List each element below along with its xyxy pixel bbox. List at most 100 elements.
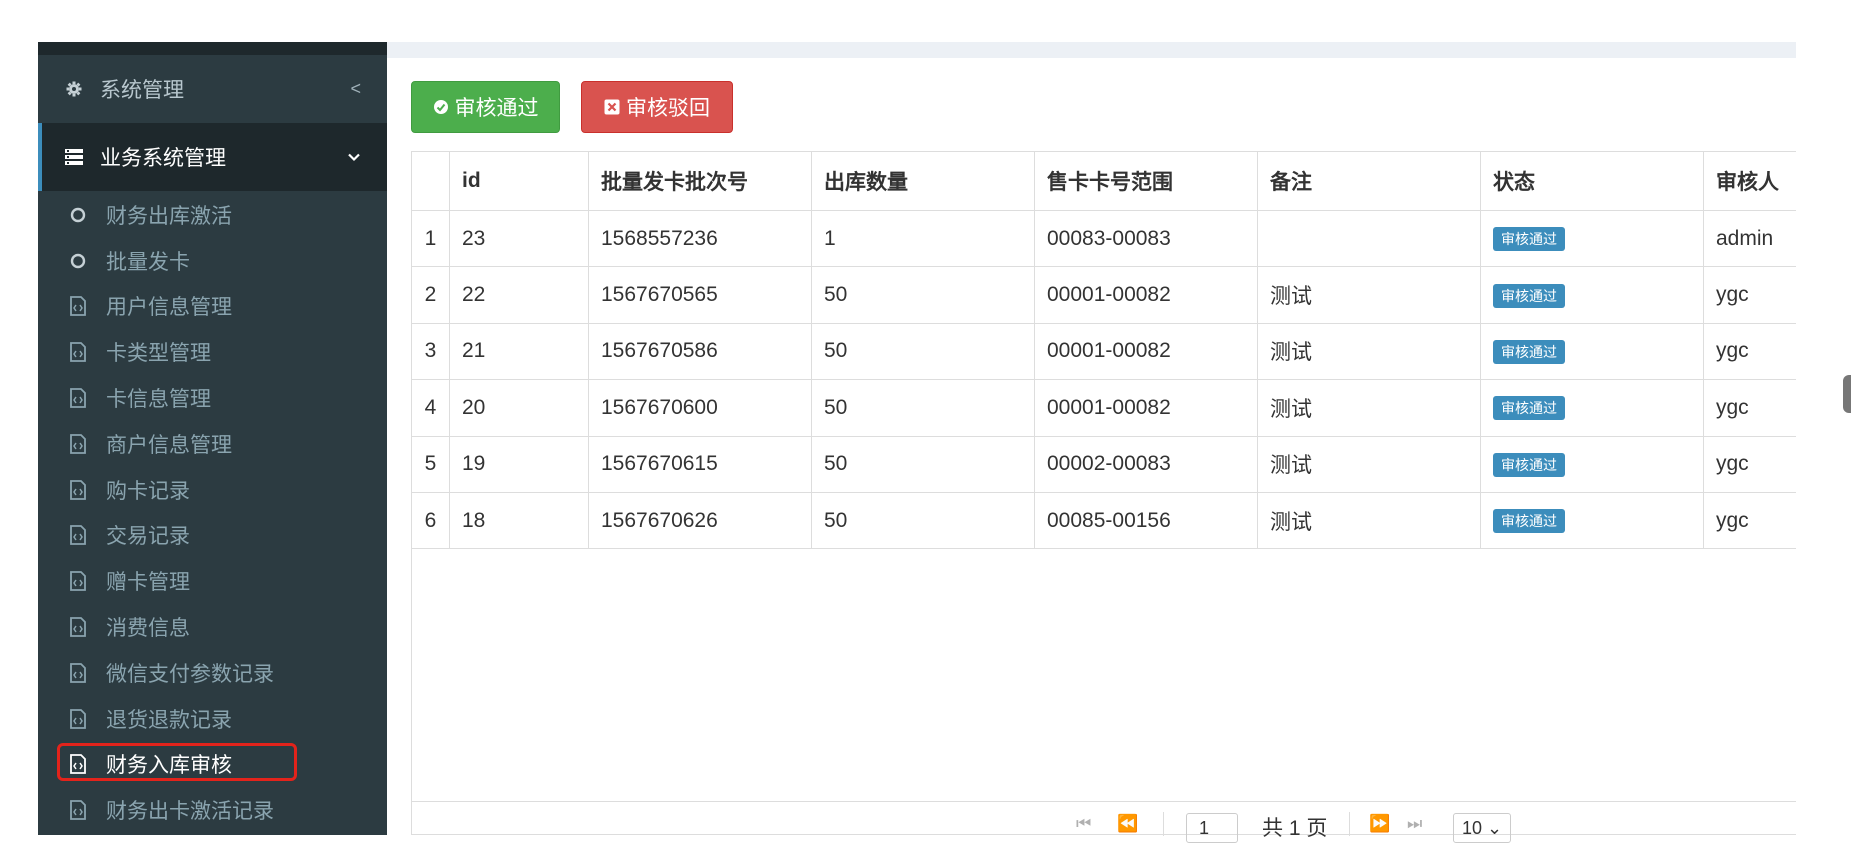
sidebar-item-consumption-info[interactable]: 消费信息 xyxy=(38,604,387,650)
cell-reviewer: admin xyxy=(1703,209,1796,268)
status-badge: 审核通过 xyxy=(1493,283,1565,308)
sidebar: 系统管理 < 业务系统管理 财务出库激活 批量发卡 用户信息管理 卡类型管理 卡… xyxy=(38,42,387,835)
cell-status: 审核通过 xyxy=(1480,379,1704,437)
menu-group-label: 业务系统管理 xyxy=(100,147,226,170)
cell-reviewer: ygc xyxy=(1703,379,1796,437)
cell-range: 00001-00082 xyxy=(1034,322,1258,381)
file-code-icon xyxy=(68,433,88,454)
sidebar-item-label: 退货退款记录 xyxy=(106,708,232,732)
column-header[interactable]: 状态 xyxy=(1480,152,1704,211)
sidebar-item-gift-card[interactable]: 赠卡管理 xyxy=(38,558,387,604)
data-table-container: id 批量发卡批次号 出库数量 售卡卡号范围 备注 状态 审核人 1 23 15… xyxy=(411,151,1796,835)
cell-note: 测试 xyxy=(1257,379,1481,437)
sidebar-item-user-info[interactable]: 用户信息管理 xyxy=(38,284,387,330)
cell-quantity: 1 xyxy=(811,209,1035,268)
page-size-select[interactable]: 10 ⌄ xyxy=(1453,813,1511,843)
sidebar-item-finance-card-activation-records[interactable]: 财务出卡激活记录 xyxy=(38,787,387,833)
column-header[interactable]: id xyxy=(449,152,589,211)
table-row[interactable]: 1 23 1568557236 1 00083-00083 审核通过 admin xyxy=(412,209,1796,268)
first-page-icon[interactable]: ⏮ xyxy=(1076,814,1091,834)
cell-id: 22 xyxy=(449,266,589,324)
sidebar-item-label: 购卡记录 xyxy=(106,479,190,503)
page-size-value: 10 xyxy=(1462,818,1483,838)
sidebar-item-label: 卡类型管理 xyxy=(106,342,211,366)
sidebar-item-label: 卡信息管理 xyxy=(106,388,211,412)
cell-id: 18 xyxy=(449,491,589,550)
approve-button[interactable]: 审核通过 xyxy=(411,81,560,133)
status-badge: 审核通过 xyxy=(1493,227,1565,252)
cell-note: 测试 xyxy=(1257,435,1481,493)
sidebar-item-label: 微信支付参数记录 xyxy=(106,662,274,686)
file-code-icon xyxy=(68,662,88,683)
content-header-strip xyxy=(387,42,1796,58)
reject-button[interactable]: 审核驳回 xyxy=(581,81,733,133)
side-handle[interactable] xyxy=(1843,375,1851,413)
sidebar-item-label: 交易记录 xyxy=(106,525,190,549)
status-badge: 审核通过 xyxy=(1493,452,1565,477)
sidebar-item-label: 商户信息管理 xyxy=(106,433,232,457)
sidebar-item-label: 用户信息管理 xyxy=(106,296,232,320)
menu-group-system-management[interactable]: 系统管理 < xyxy=(38,55,387,123)
table-header-row: id 批量发卡批次号 出库数量 售卡卡号范围 备注 状态 审核人 xyxy=(412,152,1796,211)
column-header[interactable]: 批量发卡批次号 xyxy=(588,152,812,211)
column-header[interactable]: 售卡卡号范围 xyxy=(1034,152,1258,211)
pager-divider xyxy=(1349,812,1350,836)
cell-range: 00083-00083 xyxy=(1034,209,1258,268)
total-pages: 共 1 页 xyxy=(1262,817,1328,840)
sidebar-item-wechat-pay-params[interactable]: 微信支付参数记录 xyxy=(38,650,387,696)
sidebar-item-card-info[interactable]: 卡信息管理 xyxy=(38,375,387,421)
sidebar-item-finance-outbound-activate[interactable]: 财务出库激活 xyxy=(38,192,387,238)
sidebar-item-label: 赠卡管理 xyxy=(106,571,190,595)
sidebar-item-batch-issue[interactable]: 批量发卡 xyxy=(38,238,387,284)
next-page-icon[interactable]: ⏩ xyxy=(1369,814,1390,834)
sidebar-item-card-type[interactable]: 卡类型管理 xyxy=(38,329,387,375)
reject-button-label: 审核驳回 xyxy=(626,97,710,120)
cell-status: 审核通过 xyxy=(1480,266,1704,324)
last-page-icon[interactable]: ⏭ xyxy=(1407,814,1422,834)
menu-group-business-system[interactable]: 业务系统管理 xyxy=(38,123,387,191)
cell-note: 测试 xyxy=(1257,491,1481,550)
cell-quantity: 50 xyxy=(811,435,1035,493)
sidebar-item-merchant-info[interactable]: 商户信息管理 xyxy=(38,421,387,467)
cell-status: 审核通过 xyxy=(1480,322,1704,381)
table-row[interactable]: 5 19 1567670615 50 00002-00083 测试 审核通过 y… xyxy=(412,435,1796,493)
row-number: 3 xyxy=(412,322,450,381)
row-number: 6 xyxy=(412,491,450,550)
cell-note: 测试 xyxy=(1257,322,1481,381)
table-row[interactable]: 4 20 1567670600 50 00001-00082 测试 审核通过 y… xyxy=(412,379,1796,437)
list-icon xyxy=(64,149,84,165)
row-number: 1 xyxy=(412,209,450,268)
file-code-icon xyxy=(68,479,88,500)
prev-page-icon[interactable]: ⏪ xyxy=(1117,814,1138,834)
close-square-icon xyxy=(604,99,620,115)
chevron-down-icon: ⌄ xyxy=(1487,818,1503,838)
cell-range: 00002-00083 xyxy=(1034,435,1258,493)
column-header[interactable]: 备注 xyxy=(1257,152,1481,211)
column-header[interactable]: 审核人 xyxy=(1703,152,1796,211)
cell-quantity: 50 xyxy=(811,379,1035,437)
pager-divider xyxy=(1163,812,1164,836)
cell-batch: 1567670615 xyxy=(588,435,812,493)
cell-batch: 1567670565 xyxy=(588,266,812,324)
table-row[interactable]: 6 18 1567670626 50 00085-00156 测试 审核通过 y… xyxy=(412,491,1796,550)
sidebar-item-refund-records[interactable]: 退货退款记录 xyxy=(38,696,387,742)
chevron-down-icon xyxy=(347,147,361,168)
file-code-icon xyxy=(68,800,88,821)
cell-batch: 1567670600 xyxy=(588,379,812,437)
sidebar-item-label: 消费信息 xyxy=(106,617,190,641)
check-circle-icon xyxy=(433,99,449,115)
gear-icon xyxy=(64,81,84,97)
sidebar-item-transaction-records[interactable]: 交易记录 xyxy=(38,513,387,559)
cell-note: 测试 xyxy=(1257,266,1481,324)
page-number-input[interactable]: 1 xyxy=(1186,813,1238,843)
table-row[interactable]: 3 21 1567670586 50 00001-00082 测试 审核通过 y… xyxy=(412,322,1796,381)
column-header[interactable]: 出库数量 xyxy=(811,152,1035,211)
cell-reviewer: ygc xyxy=(1703,491,1796,550)
row-number: 4 xyxy=(412,379,450,437)
sidebar-item-purchase-records[interactable]: 购卡记录 xyxy=(38,467,387,513)
chevron-left-icon: < xyxy=(350,78,361,99)
file-code-icon xyxy=(68,388,88,408)
table-row[interactable]: 2 22 1567670565 50 00001-00082 测试 审核通过 y… xyxy=(412,266,1796,324)
cell-id: 20 xyxy=(449,379,589,437)
sidebar-item-finance-inbound-review[interactable]: 财务入库审核 xyxy=(38,742,387,788)
